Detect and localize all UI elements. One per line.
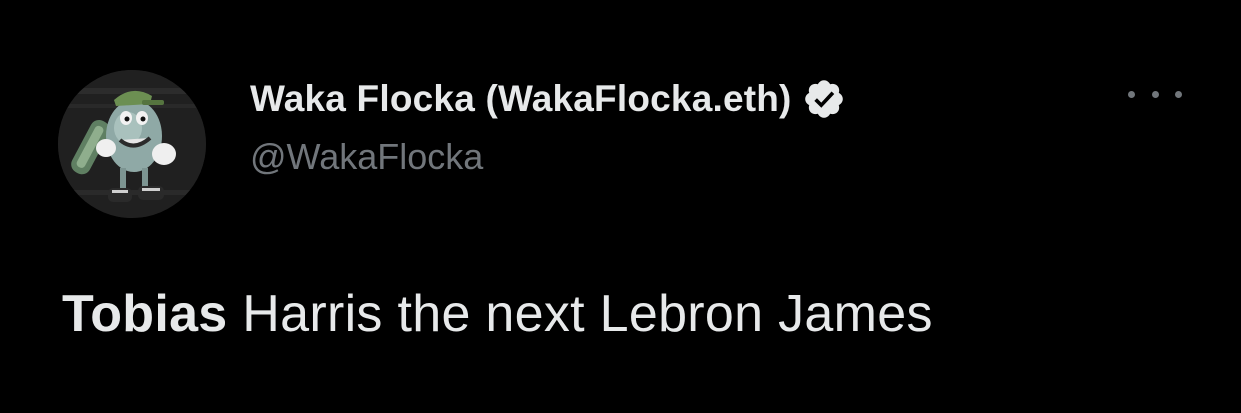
tweet-text-bold: Tobias (62, 285, 228, 343)
verified-badge-icon (802, 77, 846, 121)
more-options-icon[interactable] (1128, 82, 1182, 106)
tweet-text: Tobias Harris the next Lebron James (62, 284, 933, 344)
dot (1128, 90, 1135, 98)
handle[interactable]: @WakaFlocka (250, 136, 846, 178)
tweet-header: Waka Flocka (WakaFlocka.eth) @WakaFlocka (250, 76, 846, 178)
tweet-text-rest: Harris the next Lebron James (227, 285, 933, 343)
cartoon-character-icon (58, 70, 206, 218)
dot (1151, 90, 1159, 98)
display-name[interactable]: Waka Flocka (WakaFlocka.eth) (250, 78, 792, 120)
avatar[interactable] (58, 70, 206, 218)
tweet-card: Waka Flocka (WakaFlocka.eth) @WakaFlocka… (0, 0, 1241, 413)
dot (1175, 90, 1182, 98)
name-row: Waka Flocka (WakaFlocka.eth) (250, 76, 846, 122)
